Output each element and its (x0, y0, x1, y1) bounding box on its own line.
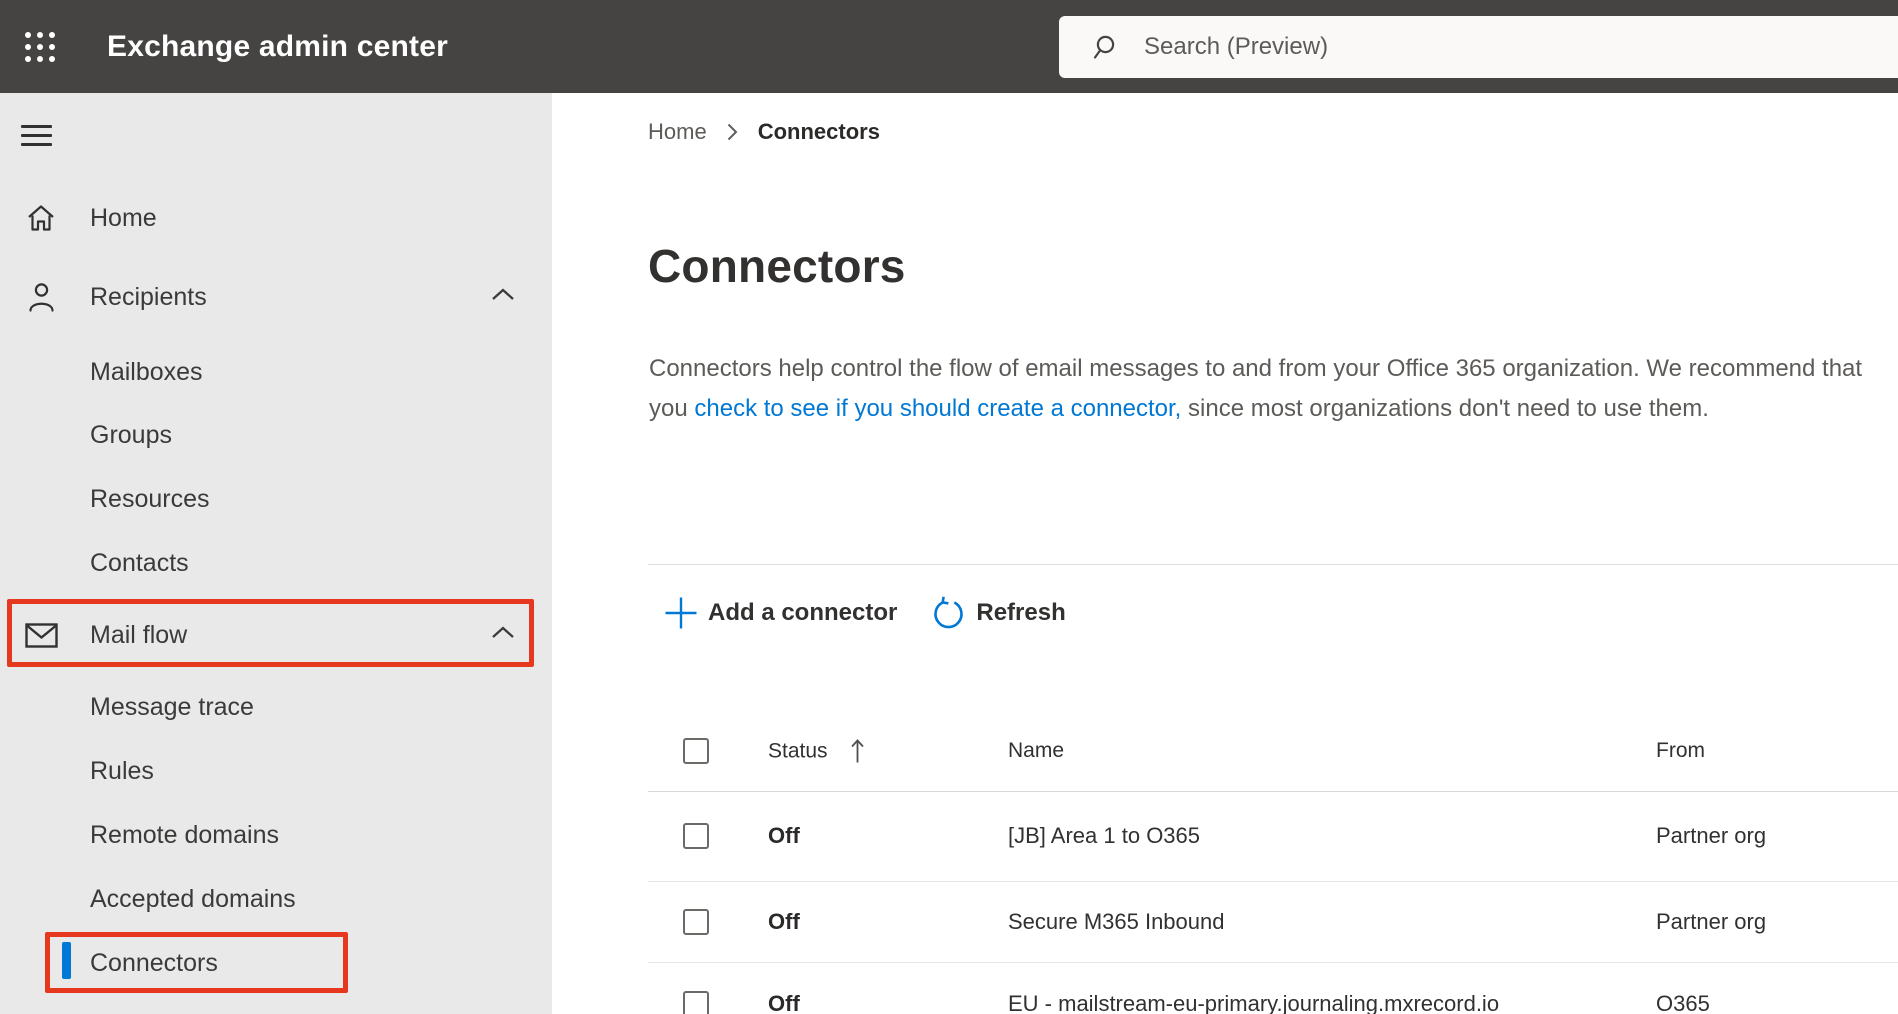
page-description: Connectors help control the flow of emai… (649, 349, 1877, 429)
sidebar-item-rules[interactable]: Rules (0, 747, 552, 795)
add-connector-label: Add a connector (708, 599, 898, 626)
sidebar-item-mail-flow[interactable]: Mail flow (0, 611, 552, 659)
create-connector-check-link[interactable]: check to see if you should create a conn… (694, 395, 1181, 422)
breadcrumb-current: Connectors (757, 119, 880, 144)
toolbar: Add a connector Refresh (664, 589, 1066, 637)
row-name: EU - mailstream-eu-primary.journaling.mx… (1008, 990, 1500, 1014)
row-name: Secure M365 Inbound (1008, 908, 1225, 934)
sidebar-item-groups[interactable]: Groups (0, 411, 552, 459)
sidebar-item-label: Mailboxes (90, 357, 203, 386)
global-search[interactable] (1059, 16, 1898, 78)
refresh-button[interactable]: Refresh (931, 596, 1066, 631)
mail-icon (24, 622, 58, 648)
page-title: Connectors (648, 240, 906, 292)
row-status: Off (768, 823, 800, 848)
row-from: O365 (1656, 990, 1710, 1014)
breadcrumb-home-link[interactable]: Home (648, 119, 707, 145)
table-row[interactable]: Off Secure M365 Inbound Partner org (552, 881, 1898, 962)
table-row[interactable]: Off EU - mailstream-eu-primary.journalin… (552, 962, 1898, 1014)
selected-indicator-bar (62, 942, 71, 979)
sidebar-item-label: Remote domains (90, 820, 279, 849)
column-header-from[interactable]: From (1656, 739, 1705, 763)
row-from: Partner org (1656, 823, 1767, 848)
sidebar-item-label: Message trace (90, 692, 254, 721)
sidebar-item-connectors[interactable]: Connectors (0, 939, 552, 987)
sidebar-item-mailboxes[interactable]: Mailboxes (0, 348, 552, 396)
column-header-name[interactable]: Name (1008, 739, 1064, 763)
row-status: Off (768, 990, 800, 1014)
plus-icon (665, 597, 697, 629)
sidebar-item-recipients[interactable]: Recipients (0, 273, 552, 321)
search-input[interactable] (1144, 33, 1898, 61)
row-name: [JB] Area 1 to O365 (1008, 823, 1201, 848)
search-icon (1093, 35, 1115, 59)
sidebar: Home Recipients Mailboxes Groups Resourc… (0, 93, 552, 1014)
nav-toggle-button[interactable] (21, 125, 61, 151)
sidebar-item-label: Rules (90, 756, 154, 785)
sidebar-item-resources[interactable]: Resources (0, 475, 552, 523)
sidebar-item-message-trace[interactable]: Message trace (0, 683, 552, 731)
sidebar-item-home[interactable]: Home (0, 194, 552, 242)
home-icon (24, 204, 58, 232)
sidebar-item-label: Resources (90, 484, 210, 513)
app-launcher-button[interactable] (18, 27, 62, 67)
sidebar-item-contacts[interactable]: Contacts (0, 539, 552, 587)
sidebar-item-label: Groups (90, 420, 172, 449)
sidebar-item-label: Connectors (90, 948, 218, 977)
hamburger-icon (21, 125, 52, 128)
row-from: Partner org (1656, 908, 1767, 934)
chevron-up-icon (491, 626, 515, 644)
row-checkbox[interactable] (683, 823, 709, 849)
row-status: Off (768, 908, 800, 934)
refresh-label: Refresh (976, 599, 1066, 626)
refresh-icon (934, 596, 964, 628)
table-row[interactable]: Off [JB] Area 1 to O365 Partner org (552, 791, 1898, 881)
sidebar-item-label: Contacts (90, 548, 189, 577)
sort-ascending-icon (850, 739, 864, 763)
sidebar-item-label: Mail flow (90, 620, 188, 649)
sidebar-item-label: Accepted domains (90, 884, 296, 913)
app-title: Exchange admin center (107, 29, 448, 63)
row-checkbox[interactable] (683, 990, 709, 1014)
row-checkbox[interactable] (683, 908, 709, 935)
column-header-label: Status (768, 739, 828, 762)
main-content: Home Connectors Connectors Connectors he… (552, 93, 1898, 1014)
sidebar-item-label: Home (90, 203, 157, 232)
waffle-icon (25, 32, 55, 62)
select-all-checkbox[interactable] (683, 738, 709, 764)
table-header-row: Status Name From (552, 711, 1898, 791)
column-header-status[interactable]: Status (768, 738, 865, 765)
breadcrumb: Home Connectors (648, 119, 880, 145)
person-icon (24, 282, 58, 312)
sidebar-item-remote-domains[interactable]: Remote domains (0, 811, 552, 859)
description-text: since most organizations don't need to u… (1181, 395, 1709, 422)
sidebar-item-accepted-domains[interactable]: Accepted domains (0, 875, 552, 923)
chevron-up-icon (491, 288, 515, 306)
breadcrumb-chevron-icon (726, 122, 739, 142)
sidebar-item-label: Recipients (90, 282, 207, 311)
topbar: Exchange admin center (0, 0, 1898, 93)
toolbar-divider (648, 564, 1898, 565)
add-connector-button[interactable]: Add a connector (664, 596, 897, 630)
